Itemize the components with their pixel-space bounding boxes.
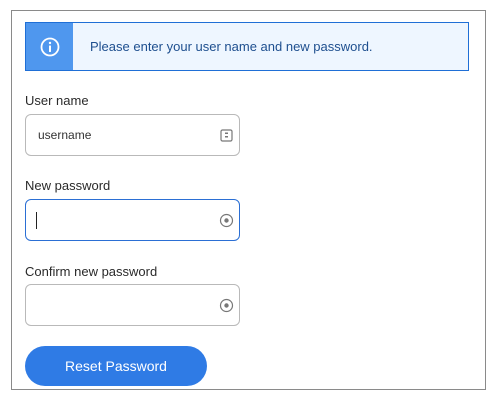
id-card-icon <box>220 129 233 142</box>
eye-icon[interactable] <box>219 298 234 313</box>
username-label: User name <box>25 93 89 108</box>
new-password-label: New password <box>25 178 111 193</box>
info-icon <box>40 37 59 56</box>
info-icon-container <box>26 23 73 70</box>
confirm-password-input[interactable] <box>26 285 206 325</box>
info-banner: Please enter your user name and new pass… <box>25 22 469 71</box>
eye-icon[interactable] <box>219 213 234 228</box>
username-input[interactable] <box>26 115 206 155</box>
confirm-password-field[interactable] <box>25 284 240 326</box>
new-password-field[interactable] <box>25 199 240 241</box>
username-field[interactable] <box>25 114 240 156</box>
text-cursor <box>36 212 37 229</box>
info-message: Please enter your user name and new pass… <box>90 39 373 54</box>
reset-password-panel: Please enter your user name and new pass… <box>11 10 486 390</box>
confirm-password-label: Confirm new password <box>25 264 158 279</box>
new-password-input[interactable] <box>26 200 206 240</box>
reset-password-button[interactable]: Reset Password <box>25 346 207 386</box>
